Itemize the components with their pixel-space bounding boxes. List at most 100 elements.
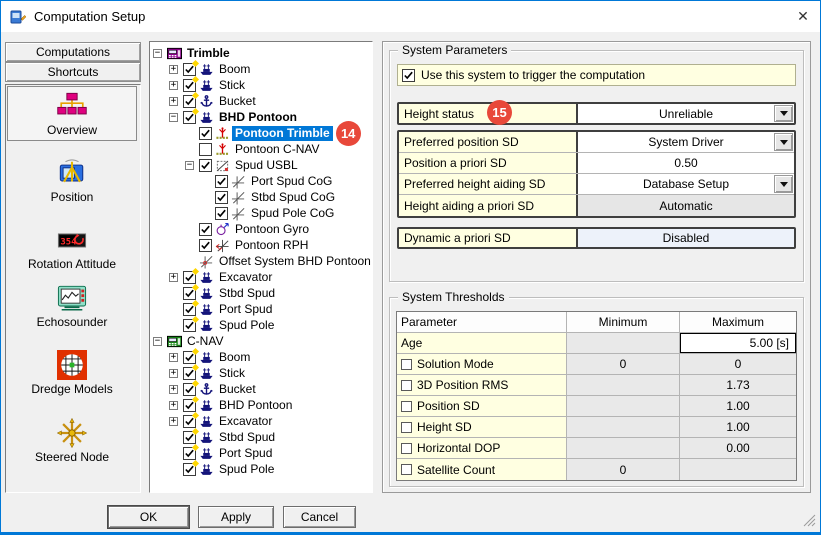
tree-row[interactable]: − Trimble: [150, 45, 372, 61]
tree-checkbox[interactable]: [183, 367, 196, 380]
parameter-value-cell[interactable]: Database Setup: [578, 174, 794, 194]
tree-checkbox[interactable]: [183, 415, 196, 428]
tree-node-label[interactable]: Excavator: [216, 414, 275, 429]
tree-node-label[interactable]: C-NAV: [184, 334, 226, 349]
title-bar[interactable]: Computation Setup ✕: [1, 1, 820, 32]
tree-checkbox[interactable]: [199, 143, 212, 156]
tree-row[interactable]: Spud Pole: [150, 461, 372, 477]
tree-checkbox[interactable]: [199, 127, 212, 140]
tree-checkbox[interactable]: [183, 319, 196, 332]
tree-node-label[interactable]: Stick: [216, 366, 248, 381]
tree-node-label[interactable]: Pontoon C-NAV: [232, 142, 323, 157]
tree-node-label[interactable]: Stick: [216, 78, 248, 93]
tree-row[interactable]: − BHD Pontoon: [150, 109, 372, 125]
expand-icon[interactable]: +: [169, 417, 178, 426]
cancel-button[interactable]: Cancel: [283, 506, 356, 528]
collapse-icon[interactable]: −: [169, 113, 178, 122]
tree-checkbox[interactable]: [199, 239, 212, 252]
tree-row[interactable]: + BHD Pontoon: [150, 397, 372, 413]
sidebar-item-echosounder[interactable]: Echosounder: [8, 279, 136, 332]
threshold-checkbox[interactable]: [401, 359, 412, 370]
tree-node-label[interactable]: Pontoon Gyro: [232, 222, 312, 237]
tree-checkbox[interactable]: [183, 351, 196, 364]
tree-row[interactable]: + Excavator: [150, 269, 372, 285]
tree-row[interactable]: Spud Pole CoG: [150, 205, 372, 221]
tree-node-label[interactable]: Trimble: [184, 46, 233, 61]
tree-checkbox[interactable]: [183, 79, 196, 92]
tree-checkbox[interactable]: [183, 447, 196, 460]
expand-icon[interactable]: +: [169, 401, 178, 410]
tree-row[interactable]: Stbd Spud CoG: [150, 189, 372, 205]
tree-node-label[interactable]: Port Spud: [216, 446, 275, 461]
tree-row[interactable]: Pontoon Trimble14: [150, 125, 372, 141]
tree-row[interactable]: Port Spud: [150, 445, 372, 461]
close-icon[interactable]: ✕: [786, 1, 820, 32]
tree-checkbox[interactable]: [183, 431, 196, 444]
tree-node-label[interactable]: Stbd Spud: [216, 286, 278, 301]
tree-node-label[interactable]: Bucket: [216, 382, 259, 397]
tree-row[interactable]: Pontoon RPH: [150, 237, 372, 253]
expand-icon[interactable]: +: [169, 369, 178, 378]
sidebar-item-overview[interactable]: Overview: [7, 86, 137, 141]
tree-node-label[interactable]: BHD Pontoon: [216, 110, 300, 125]
tree-node-label[interactable]: Port Spud CoG: [248, 174, 335, 189]
tree-checkbox[interactable]: [215, 175, 228, 188]
tree-checkbox[interactable]: [183, 287, 196, 300]
chevron-down-icon[interactable]: [774, 133, 793, 151]
tree-checkbox[interactable]: [183, 271, 196, 284]
tree-checkbox[interactable]: [183, 383, 196, 396]
expand-icon[interactable]: +: [169, 273, 178, 282]
chevron-down-icon[interactable]: [774, 105, 793, 122]
tree-checkbox[interactable]: [215, 207, 228, 220]
tree-node-label[interactable]: Pontoon Trimble: [232, 126, 333, 141]
tree-row[interactable]: + Boom: [150, 61, 372, 77]
tree-node-label[interactable]: Spud Pole: [216, 462, 277, 477]
tree-node-label[interactable]: Spud Pole: [216, 318, 277, 333]
tree-checkbox[interactable]: [183, 303, 196, 316]
tree-checkbox[interactable]: [199, 159, 212, 172]
tree-row[interactable]: Pontoon Gyro: [150, 221, 372, 237]
tree-row[interactable]: Port Spud: [150, 301, 372, 317]
tree-row[interactable]: + Stick: [150, 77, 372, 93]
expand-icon[interactable]: +: [169, 65, 178, 74]
expand-icon[interactable]: +: [169, 385, 178, 394]
expand-icon[interactable]: +: [169, 353, 178, 362]
tree-row[interactable]: + Bucket: [150, 93, 372, 109]
threshold-checkbox[interactable]: [401, 464, 412, 475]
tree-node-label[interactable]: BHD Pontoon: [216, 398, 295, 413]
threshold-checkbox[interactable]: [401, 380, 412, 391]
tree-checkbox[interactable]: [183, 111, 196, 124]
tree-node-label[interactable]: Spud USBL: [232, 158, 301, 173]
tree-checkbox[interactable]: [183, 399, 196, 412]
collapse-icon[interactable]: −: [185, 161, 194, 170]
tree-node-label[interactable]: Boom: [216, 350, 253, 365]
tree-row[interactable]: − Spud USBL: [150, 157, 372, 173]
collapse-icon[interactable]: −: [153, 49, 162, 58]
expand-icon[interactable]: +: [169, 81, 178, 90]
threshold-checkbox[interactable]: [401, 443, 412, 454]
tree-row[interactable]: Pontoon C-NAV: [150, 141, 372, 157]
tree-checkbox[interactable]: [199, 223, 212, 236]
tree-row[interactable]: Stbd Spud: [150, 429, 372, 445]
tree-node-label[interactable]: Offset System BHD Pontoon: [216, 254, 373, 269]
tree-node-label[interactable]: Bucket: [216, 94, 259, 109]
parameter-value-cell[interactable]: System Driver: [578, 132, 794, 152]
sidebar-item-dredge-models[interactable]: Dredge Models: [8, 346, 136, 399]
chevron-down-icon[interactable]: [774, 175, 793, 193]
apply-button[interactable]: Apply: [198, 506, 274, 528]
threshold-maximum-cell[interactable]: 5.00 [s]: [680, 333, 796, 353]
sidebar-item-position[interactable]: Position: [8, 154, 136, 207]
tree-node-label[interactable]: Port Spud: [216, 302, 275, 317]
tree-node-label[interactable]: Boom: [216, 62, 253, 77]
tree-row[interactable]: + Boom: [150, 349, 372, 365]
expand-icon[interactable]: +: [169, 97, 178, 106]
tree-checkbox[interactable]: [183, 463, 196, 476]
trigger-checkbox[interactable]: [402, 69, 415, 82]
sidebar-tab-computations[interactable]: Computations: [5, 42, 141, 62]
tree-row[interactable]: Port Spud CoG: [150, 173, 372, 189]
tree-row[interactable]: Offset System BHD Pontoon: [150, 253, 372, 269]
tree-row[interactable]: + Stick: [150, 365, 372, 381]
parameter-value-cell[interactable]: 0.50: [578, 153, 794, 173]
threshold-checkbox[interactable]: [401, 401, 412, 412]
tree-node-label[interactable]: Excavator: [216, 270, 275, 285]
